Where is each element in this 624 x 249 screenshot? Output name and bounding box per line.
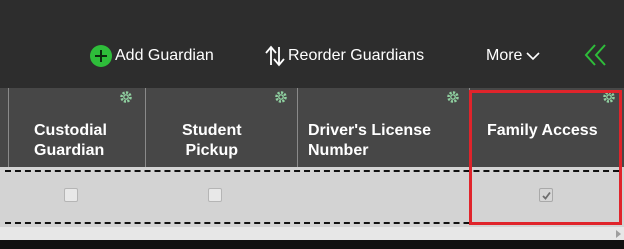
row-focus-border-top xyxy=(5,170,619,172)
gear-icon[interactable] xyxy=(119,90,133,104)
column-title-line1: Custodial xyxy=(34,122,107,139)
column-header-family-access[interactable]: Family Access xyxy=(469,88,624,167)
table-row xyxy=(0,167,624,227)
column-title-line1: Student xyxy=(182,122,242,139)
more-menu-button[interactable]: More xyxy=(486,44,541,68)
column-header-drivers-license-number[interactable]: Driver's License Number xyxy=(297,88,469,167)
checkmark-icon xyxy=(542,191,551,200)
column-title-line1: Family Access xyxy=(487,122,598,139)
reorder-arrows-icon xyxy=(265,45,285,67)
row-focus-border-bottom xyxy=(5,222,619,224)
add-guardian-button[interactable]: Add Guardian xyxy=(90,44,214,68)
bottom-bar xyxy=(0,240,624,249)
add-circle-icon xyxy=(90,45,112,67)
chevron-down-icon xyxy=(526,52,541,61)
column-header-student-pickup[interactable]: Student Pickup xyxy=(145,88,297,167)
grid-header: Custodial Guardian Student Pickup Driver… xyxy=(0,88,624,167)
family-access-checkbox[interactable] xyxy=(539,188,553,202)
add-guardian-label: Add Guardian xyxy=(115,47,214,64)
gear-icon[interactable] xyxy=(602,90,616,104)
column-title-line2: Guardian xyxy=(34,142,105,159)
gear-icon[interactable] xyxy=(446,90,460,104)
more-label: More xyxy=(486,47,523,64)
reorder-guardians-button[interactable]: Reorder Guardians xyxy=(264,44,424,68)
student-pickup-checkbox[interactable] xyxy=(208,188,222,202)
custodial-guardian-checkbox[interactable] xyxy=(64,188,78,202)
column-title-line1: Driver's License xyxy=(308,122,431,139)
double-chevron-left-icon[interactable] xyxy=(584,43,608,67)
column-title-line2: Pickup xyxy=(185,142,238,159)
column-title-line2: Number xyxy=(308,142,369,159)
reorder-guardians-label: Reorder Guardians xyxy=(288,47,425,64)
gear-icon[interactable] xyxy=(274,90,288,104)
horizontal-scrollbar[interactable] xyxy=(0,227,624,240)
scroll-right-arrow-icon[interactable] xyxy=(616,230,621,238)
column-header-custodial-guardian[interactable]: Custodial Guardian xyxy=(8,88,145,167)
toolbar: Add Guardian Reorder Guardians More xyxy=(0,0,624,88)
